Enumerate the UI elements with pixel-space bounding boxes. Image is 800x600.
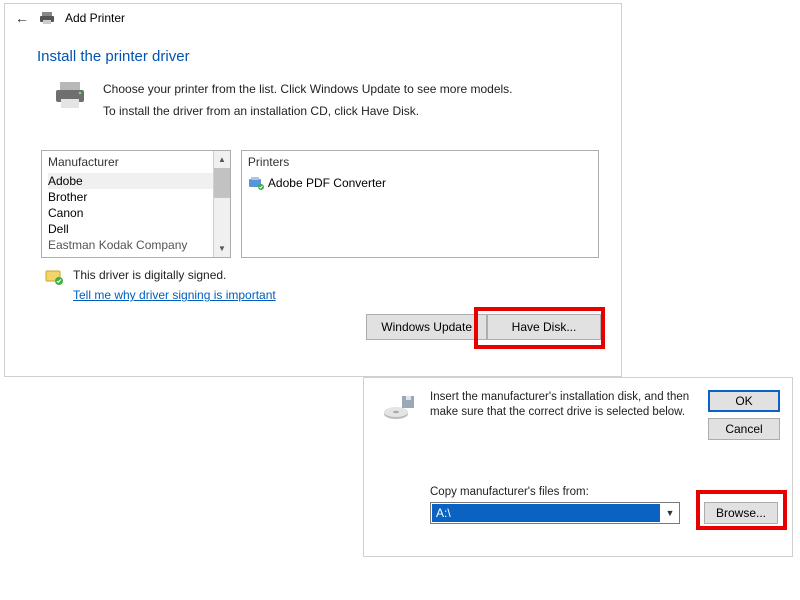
- manufacturer-header: Manufacturer: [42, 151, 213, 173]
- have-disk-button[interactable]: Have Disk...: [487, 314, 601, 340]
- window-title: Add Printer: [65, 11, 125, 25]
- cancel-button[interactable]: Cancel: [708, 418, 780, 440]
- scroll-up-icon[interactable]: ▲: [214, 151, 230, 168]
- scroll-down-icon[interactable]: ▼: [214, 240, 230, 257]
- drive-value: A:\: [432, 504, 660, 522]
- install-from-disk-dialog: Insert the manufacturer's installation d…: [363, 377, 793, 557]
- back-icon[interactable]: ←: [15, 10, 29, 26]
- manufacturer-listbox[interactable]: Manufacturer Adobe Brother Canon Dell Ea…: [41, 150, 231, 258]
- printer-item-icon: [248, 176, 264, 190]
- printer-item[interactable]: Adobe PDF Converter: [248, 175, 592, 191]
- printer-icon: [39, 10, 55, 26]
- description: Choose your printer from the list. Click…: [103, 79, 513, 122]
- chevron-down-icon[interactable]: ▼: [661, 508, 679, 518]
- signed-status: This driver is digitally signed.: [73, 268, 276, 282]
- add-printer-window: ← Add Printer Install the printer driver…: [4, 3, 622, 377]
- printer-item-label: Adobe PDF Converter: [268, 176, 386, 190]
- dialog-message: Insert the manufacturer's installation d…: [430, 390, 694, 440]
- printers-header: Printers: [242, 151, 598, 173]
- signing-info-link[interactable]: Tell me why driver signing is important: [73, 288, 276, 302]
- browse-button[interactable]: Browse...: [704, 502, 778, 524]
- windows-update-button[interactable]: Windows Update: [366, 314, 487, 340]
- printers-listbox[interactable]: Printers Adobe PDF Converter: [241, 150, 599, 258]
- manufacturer-item[interactable]: Eastman Kodak Company: [48, 237, 213, 253]
- description-line-2: To install the driver from an installati…: [103, 101, 513, 123]
- manufacturer-item[interactable]: Brother: [48, 189, 213, 205]
- scroll-thumb[interactable]: [214, 168, 230, 198]
- scrollbar[interactable]: ▲ ▼: [213, 151, 230, 257]
- ok-button[interactable]: OK: [708, 390, 780, 412]
- printer-large-icon: [53, 79, 87, 113]
- drive-combobox[interactable]: A:\ ▼: [430, 502, 680, 524]
- manufacturer-item[interactable]: Dell: [48, 221, 213, 237]
- page-heading: Install the printer driver: [5, 32, 621, 65]
- manufacturer-item[interactable]: Canon: [48, 205, 213, 221]
- manufacturer-item[interactable]: Adobe: [48, 173, 213, 189]
- signed-icon: [45, 268, 63, 286]
- titlebar: ← Add Printer: [5, 4, 621, 32]
- copy-from-label: Copy manufacturer's files from:: [430, 486, 589, 498]
- disk-icon: [382, 390, 416, 424]
- description-line-1: Choose your printer from the list. Click…: [103, 79, 513, 101]
